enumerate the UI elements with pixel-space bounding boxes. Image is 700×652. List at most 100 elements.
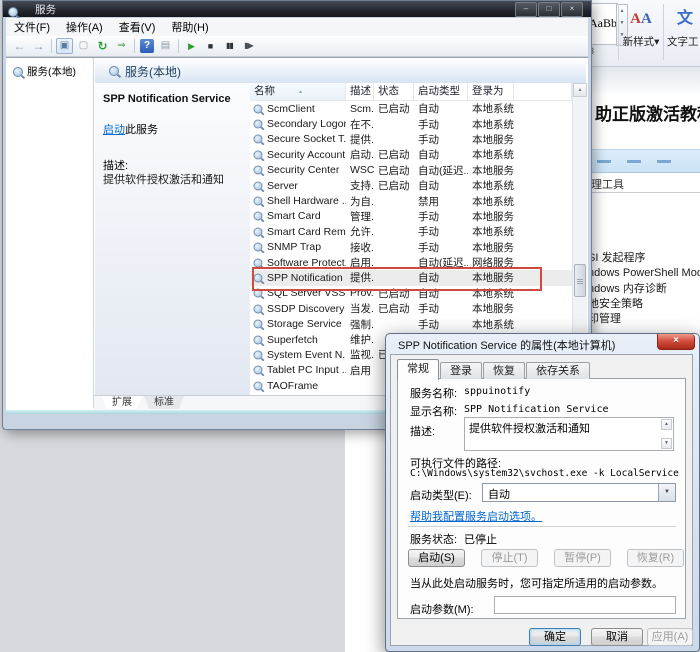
close-button[interactable]: × [561, 2, 583, 17]
cell-status: 已启动 [374, 101, 414, 116]
description-field[interactable]: 提供软件授权激活和通知 ▲ ▼ [464, 417, 674, 451]
window-icon[interactable]: ▤ [157, 38, 174, 54]
column-header-description[interactable]: 描述 [346, 83, 374, 100]
startup-type-select[interactable]: 自动 [482, 483, 676, 502]
path-value: C:\Windows\system32\svchost.exe -k Local… [410, 468, 679, 479]
cell-desc: 提供... [346, 132, 374, 147]
service-name: SQL Server VSS ... [267, 287, 346, 299]
service-icon [254, 150, 263, 159]
cell-logon: 本地系统 [468, 286, 514, 301]
cell-startup: 自动 [414, 147, 468, 162]
admin-tool-item[interactable]: 地安全策略 [588, 297, 700, 312]
column-header-status[interactable]: 状态 [374, 83, 414, 100]
service-control-button[interactable]: 启动(S) [408, 549, 465, 567]
menu-item[interactable]: 查看(V) [111, 19, 164, 35]
tab-extended[interactable]: 扩展 [102, 396, 142, 409]
scroll-up-icon[interactable]: ▲ [573, 83, 587, 97]
cell-desc: 当发... [346, 301, 374, 316]
cell-desc: 支持... [346, 178, 374, 193]
table-row[interactable]: Security Account...启动...已启动自动本地系统 [250, 147, 572, 162]
service-control-buttons: 启动(S)停止(T)暂停(P)恢复(R) [408, 549, 684, 567]
dialog-tab-恢复[interactable]: 恢复 [483, 362, 525, 379]
stop-service-icon[interactable]: ■ [202, 38, 219, 54]
restart-service-icon[interactable]: ▮▶ [240, 38, 257, 54]
column-header-logon-as[interactable]: 登录为 [468, 83, 514, 100]
cell-status: 已启动 [374, 301, 414, 316]
cell-desc: Scm... [346, 103, 374, 115]
service-name: TAOFrame [267, 380, 318, 392]
table-row[interactable]: SSDP Discovery当发...已启动手动本地服务 [250, 301, 572, 316]
table-row[interactable]: Smart Card Rem...允许...手动本地系统 [250, 224, 572, 239]
cell-logon: 本地服务 [468, 163, 514, 178]
ribbon-separator [663, 4, 664, 60]
cell-startup: 自动 [414, 270, 468, 285]
table-row[interactable]: Secondary Logon在不...手动本地系统 [250, 116, 572, 131]
export-list-icon[interactable]: ⇒ [113, 38, 130, 54]
params-note: 当从此处启动服务时，您可指定所适用的启动参数。 [410, 575, 663, 591]
table-row[interactable]: Storage Service强制...手动本地系统 [250, 316, 572, 331]
text-tool-label: 文字工 [667, 36, 699, 48]
minimize-button[interactable]: – [515, 2, 537, 17]
toolbar: ←→ ▣▢↻⇒?▤ ▶■▮▮▮▶ [6, 36, 588, 57]
table-row[interactable]: Software Protect...启用...自动(延迟...网络服务 [250, 255, 572, 270]
table-row[interactable]: SQL Server VSS ...Prov...已启动自动本地系统 [250, 286, 572, 301]
tree-item-services-local[interactable]: 服务(本地) [13, 64, 93, 79]
scroll-down-icon[interactable]: ▼ [661, 438, 672, 449]
dialog-footer-button[interactable]: 取消 [591, 628, 643, 646]
scroll-up-icon[interactable]: ▲ [661, 419, 672, 430]
service-name: Smart Card [267, 210, 321, 222]
table-row[interactable]: Shell Hardware ...为自...禁用本地系统 [250, 193, 572, 208]
table-row[interactable]: ScmClientScm...已启动自动本地系统 [250, 101, 572, 116]
refresh-icon[interactable]: ↻ [94, 38, 111, 54]
table-row[interactable]: SNMP Trap接收...手动本地服务 [250, 240, 572, 255]
services-window-icon [8, 7, 18, 17]
table-row[interactable]: Server支持...已启动自动本地系统 [250, 178, 572, 193]
admin-tool-item[interactable]: 印管理 [588, 312, 700, 327]
scrollbar-thumb[interactable] [574, 264, 586, 297]
table-row[interactable]: Security CenterWSC...已启动自动(延迟...本地服务 [250, 163, 572, 178]
maximize-button[interactable]: □ [538, 2, 560, 17]
properties-dialog: SPP Notification Service 的属性(本地计算机) × 常规… [385, 333, 700, 652]
admin-tool-item[interactable]: ndows 内存诊断 [588, 282, 700, 297]
text-tool-button[interactable]: 文 文字工 [667, 4, 700, 62]
table-row[interactable]: SPP Notification ...提供...自动本地服务 [250, 270, 572, 285]
service-name: Shell Hardware ... [267, 195, 346, 207]
table-row[interactable]: Smart Card管理...手动本地服务 [250, 209, 572, 224]
title-bar[interactable]: 服务 – □ × [3, 1, 591, 17]
startup-type-label: 启动类型(E): [410, 487, 472, 503]
menu-item[interactable]: 帮助(H) [163, 19, 216, 35]
dialog-tab-依存关系[interactable]: 依存关系 [526, 362, 590, 379]
menu-item[interactable]: 文件(F) [6, 19, 58, 35]
dialog-footer-button[interactable]: 确定 [529, 628, 581, 646]
startup-help-link[interactable]: 帮助我配置服务启动选项。 [410, 508, 542, 524]
forward-icon[interactable]: → [30, 38, 47, 54]
help-icon[interactable]: ? [140, 39, 154, 53]
dialog-tab-strip: 常规登录恢复依存关系 [397, 359, 591, 379]
admin-tool-item[interactable]: SI 发起程序 [588, 251, 700, 266]
dialog-tab-登录[interactable]: 登录 [440, 362, 482, 379]
service-icon [254, 227, 263, 236]
console-tree-icon[interactable]: ▣ [56, 38, 73, 54]
back-icon[interactable]: ← [11, 38, 28, 54]
pause-service-icon[interactable]: ▮▮ [221, 38, 238, 54]
cell-startup: 手动 [414, 209, 468, 224]
start-params-input[interactable] [494, 596, 676, 614]
admin-tool-item[interactable]: ndows PowerShell Modu [588, 266, 700, 281]
column-header-startup-type[interactable]: 启动类型 [414, 83, 468, 100]
cell-logon: 本地服务 [468, 270, 514, 285]
new-style-button[interactable]: AA 新样式▾ [621, 4, 661, 62]
start-service-link[interactable]: 启动 [103, 124, 125, 136]
column-header-name[interactable]: 名称▲ [250, 83, 346, 100]
tab-standard[interactable]: 标准 [144, 396, 184, 409]
dropdown-arrow-icon[interactable] [658, 484, 675, 501]
dialog-tab-常规[interactable]: 常规 [397, 359, 439, 380]
document-icon[interactable]: ▢ [75, 38, 92, 54]
dialog-title: SPP Notification Service 的属性(本地计算机) [398, 337, 615, 353]
menu-item[interactable]: 操作(A) [58, 19, 111, 35]
cell-logon: 本地服务 [468, 240, 514, 255]
cell-desc: 强制... [346, 317, 374, 332]
table-row[interactable]: Secure Socket T...提供...手动本地服务 [250, 132, 572, 147]
dialog-close-button[interactable]: × [657, 334, 695, 350]
start-service-icon[interactable]: ▶ [183, 38, 200, 54]
cell-logon: 本地系统 [468, 178, 514, 193]
